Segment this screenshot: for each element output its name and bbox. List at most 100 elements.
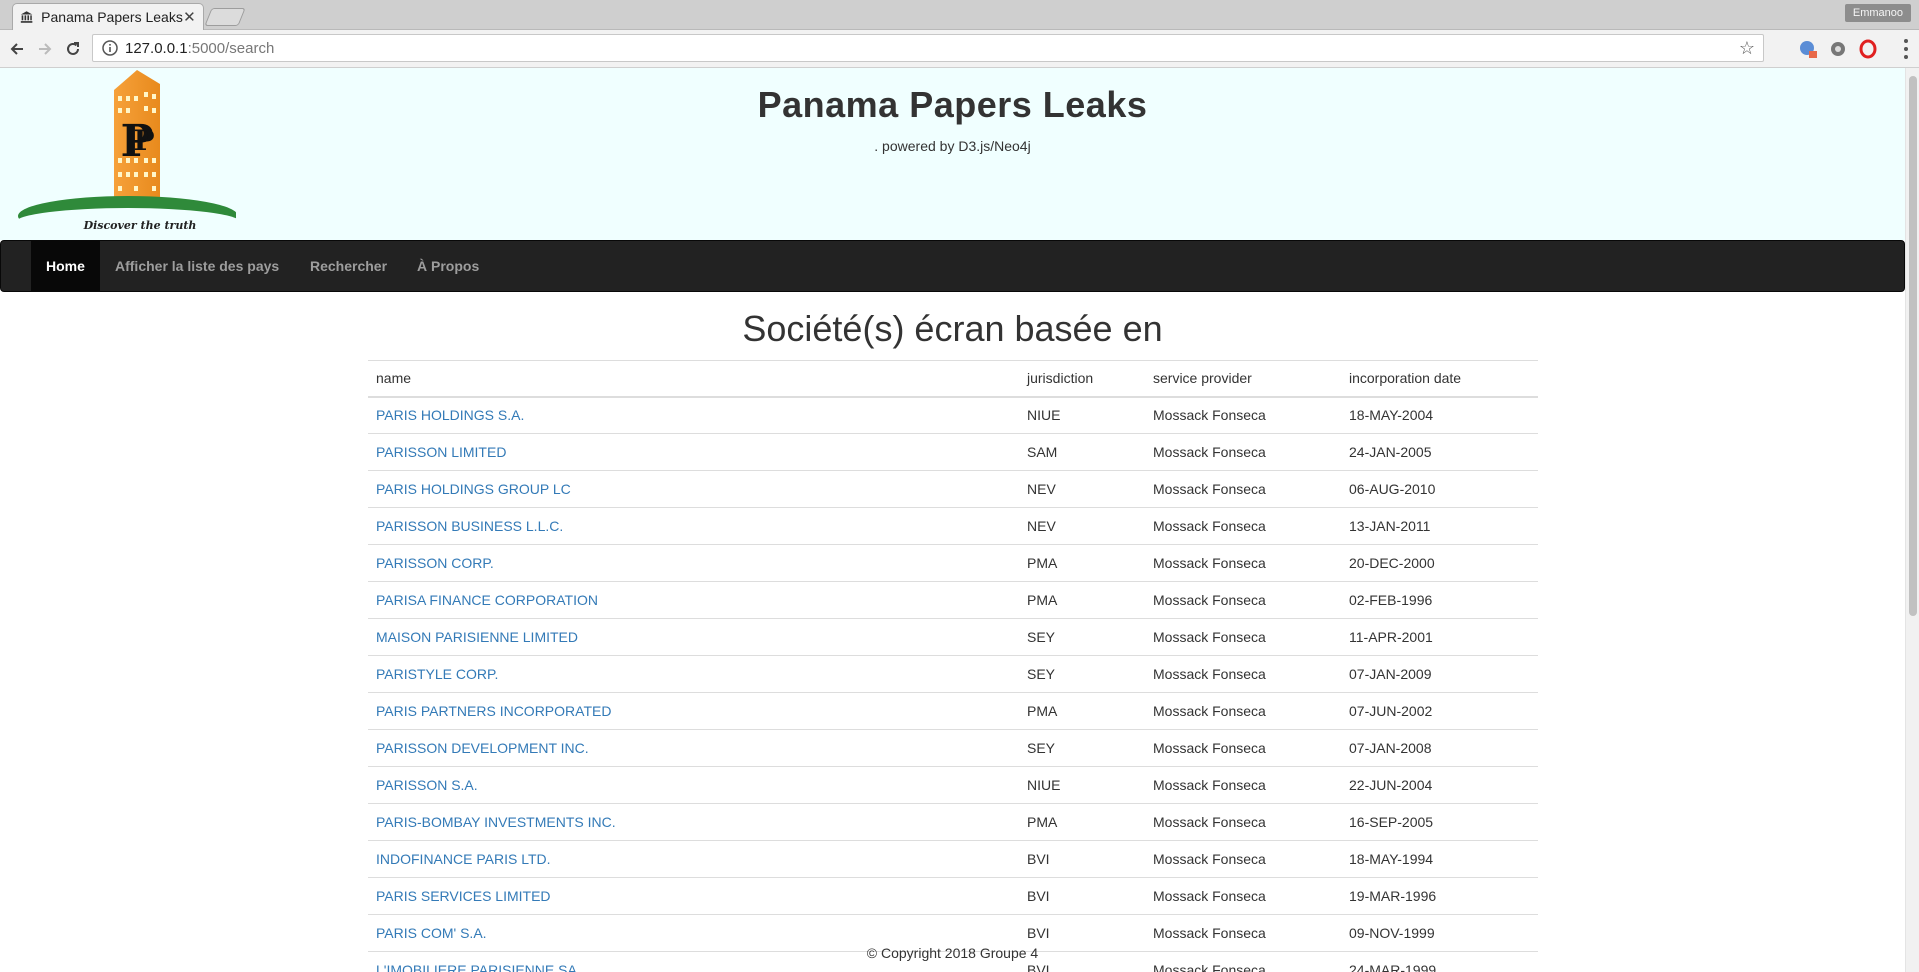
company-name-link[interactable]: PARISA FINANCE CORPORATION: [376, 592, 598, 608]
company-name-cell: PARISSON BUSINESS L.L.C.: [368, 507, 1019, 545]
incorporation-date-cell: 18-MAY-1994: [1341, 840, 1538, 878]
service-provider-cell: Mossack Fonseca: [1145, 433, 1341, 471]
browser-tab-content[interactable]: Panama Papers Leaks ✕: [20, 3, 202, 30]
incorporation-date-cell: 07-JUN-2002: [1341, 692, 1538, 730]
close-tab-icon[interactable]: ✕: [183, 8, 196, 26]
column-header-incorporation-date: incorporation date: [1341, 360, 1538, 398]
jurisdiction-cell: SEY: [1019, 618, 1145, 656]
company-name-link[interactable]: PARIS COM' S.A.: [376, 925, 487, 941]
url-host: 127.0.0.1: [125, 39, 188, 57]
company-name-link[interactable]: PARISSON DEVELOPMENT INC.: [376, 740, 589, 756]
info-icon[interactable]: [101, 39, 119, 57]
company-name-link[interactable]: PARIS HOLDINGS GROUP LC: [376, 481, 571, 497]
nav-country-list[interactable]: Afficher la liste des pays: [100, 241, 294, 291]
company-name-cell: PARISSON LIMITED: [368, 433, 1019, 471]
url-text[interactable]: 127.0.0.1:5000/search: [125, 40, 274, 57]
address-bar[interactable]: 127.0.0.1:5000/search ☆: [92, 34, 1764, 62]
scrollbar-thumb[interactable]: [1909, 76, 1917, 616]
site-title: Panama Papers Leaks: [757, 84, 1148, 125]
company-name-link[interactable]: PARISSON LIMITED: [376, 444, 506, 460]
company-name-link[interactable]: MAISON PARISIENNE LIMITED: [376, 629, 578, 645]
jurisdiction-cell: PMA: [1019, 544, 1145, 582]
reload-icon: [67, 42, 79, 55]
footer-copyright: © Copyright 2018 Groupe 4: [866, 945, 1039, 961]
column-header-jurisdiction: jurisdiction: [1019, 360, 1145, 398]
company-name-link[interactable]: PARISTYLE CORP.: [376, 666, 498, 682]
page-scrollbar[interactable]: [1905, 68, 1919, 972]
bookmark-star-icon[interactable]: ☆: [1739, 38, 1755, 59]
service-provider-cell: Mossack Fonseca: [1145, 655, 1341, 693]
jurisdiction-cell: SEY: [1019, 729, 1145, 767]
table-row: PARIS HOLDINGS GROUP LC NEV Mossack Fonsec…: [368, 470, 1538, 508]
arrow-right-icon: [39, 43, 52, 55]
logo-tagline: Discover the truth: [83, 219, 197, 230]
opera-icon[interactable]: [1858, 39, 1878, 59]
jurisdiction-cell: SAM: [1019, 433, 1145, 471]
nav-search[interactable]: Rechercher: [295, 241, 402, 291]
company-name-link[interactable]: PARISSON BUSINESS L.L.C.: [376, 518, 563, 534]
table-body: PARIS HOLDINGS S.A. NIUE Mossack Fonseca 18…: [368, 396, 1538, 972]
company-name-link[interactable]: PARISSON CORP.: [376, 555, 494, 571]
jurisdiction-cell: NIUE: [1019, 766, 1145, 804]
company-name-cell: PARISA FINANCE CORPORATION: [368, 581, 1019, 619]
incorporation-date-cell: 18-MAY-2004: [1341, 396, 1538, 434]
incorporation-date-cell: 02-FEB-1996: [1341, 581, 1538, 619]
company-name-link[interactable]: PARIS PARTNERS INCORPORATED: [376, 703, 611, 719]
page-viewport: P P Discover the truth Panama Papers Lea…: [0, 68, 1905, 972]
incorporation-date-cell: 19-MAR-1996: [1341, 877, 1538, 915]
table-row: PARISSON LIMITED SAM Mossack Fonseca 24-JAN…: [368, 433, 1538, 471]
incorporation-date-cell: 06-AUG-2010: [1341, 470, 1538, 508]
table-row: PARIS-BOMBAY INVESTMENTS INC. PMA Mossack …: [368, 803, 1538, 841]
service-provider-cell: Mossack Fonseca: [1145, 692, 1341, 730]
company-name-cell: PARISSON DEVELOPMENT INC.: [368, 729, 1019, 767]
column-header-service-provider: service provider: [1145, 360, 1341, 398]
company-name-link[interactable]: PARISSON S.A.: [376, 777, 478, 793]
browser-tabstrip: Panama Papers Leaks ✕ Emmanoo: [0, 0, 1919, 31]
back-button[interactable]: [6, 38, 28, 60]
company-name-link[interactable]: INDOFINANCE PARIS LTD.: [376, 851, 551, 867]
jurisdiction-cell: BVI: [1019, 840, 1145, 878]
company-name-cell: PARIS-BOMBAY INVESTMENTS INC.: [368, 803, 1019, 841]
company-name-cell: INDOFINANCE PARIS LTD.: [368, 840, 1019, 878]
service-provider-cell: Mossack Fonseca: [1145, 396, 1341, 434]
profile-button[interactable]: Emmanoo: [1844, 4, 1911, 22]
extension-globe-icon[interactable]: [1798, 39, 1818, 59]
company-name-link[interactable]: PARIS-BOMBAY INVESTMENTS INC.: [376, 814, 616, 830]
browser-toolbar: 127.0.0.1:5000/search ☆: [0, 30, 1919, 68]
service-provider-cell: Mossack Fonseca: [1145, 618, 1341, 656]
new-tab-button[interactable]: [204, 8, 246, 26]
results-table: name jurisdiction service provider incor…: [368, 360, 1538, 972]
incorporation-date-cell: 20-DEC-2000: [1341, 544, 1538, 582]
jurisdiction-cell: SEY: [1019, 655, 1145, 693]
service-provider-cell: Mossack Fonseca: [1145, 803, 1341, 841]
nav-home[interactable]: Home: [31, 241, 100, 291]
table-row: PARISSON S.A. NIUE Mossack Fonseca 22-JUN-2…: [368, 766, 1538, 804]
jurisdiction-cell: PMA: [1019, 803, 1145, 841]
company-name-link[interactable]: PARIS HOLDINGS S.A.: [376, 407, 524, 423]
incorporation-date-cell: 07-JAN-2008: [1341, 729, 1538, 767]
table-row: PARIS SERVICES LIMITED BVI Mossack Fonseca…: [368, 877, 1538, 915]
nav-about[interactable]: À Propos: [402, 241, 494, 291]
service-provider-cell: Mossack Fonseca: [1145, 729, 1341, 767]
reload-button[interactable]: [62, 38, 84, 60]
company-name-cell: PARISSON CORP.: [368, 544, 1019, 582]
browser-menu-icon[interactable]: [1903, 39, 1909, 59]
table-row: PARIS HOLDINGS S.A. NIUE Mossack Fonseca 18…: [368, 396, 1538, 434]
url-path: :5000/search: [187, 39, 275, 57]
service-provider-cell: Mossack Fonseca: [1145, 581, 1341, 619]
table-row: MAISON PARISIENNE LIMITED SEY Mossack Fons…: [368, 618, 1538, 656]
company-name-cell: MAISON PARISIENNE LIMITED: [368, 618, 1019, 656]
incorporation-date-cell: 16-SEP-2005: [1341, 803, 1538, 841]
jurisdiction-cell: PMA: [1019, 581, 1145, 619]
extension-shield-icon[interactable]: [1828, 39, 1848, 59]
table-row: PARISTYLE CORP. SEY Mossack Fonseca 07-JAN-…: [368, 655, 1538, 693]
table-row: PARISSON CORP. PMA Mossack Fonseca 20-DEC-2…: [368, 544, 1538, 582]
table-header-row: name jurisdiction service provider incor…: [368, 360, 1538, 398]
company-name-link[interactable]: L'IMOBILIERE PARISIENNE SA: [376, 962, 577, 972]
company-name-link[interactable]: PARIS SERVICES LIMITED: [376, 888, 551, 904]
table-row: PARISA FINANCE CORPORATION PMA Mossack Fon…: [368, 581, 1538, 619]
forward-button[interactable]: [34, 38, 56, 60]
company-name-cell: PARIS SERVICES LIMITED: [368, 877, 1019, 915]
jurisdiction-cell: NEV: [1019, 507, 1145, 545]
jurisdiction-cell: NIUE: [1019, 396, 1145, 434]
